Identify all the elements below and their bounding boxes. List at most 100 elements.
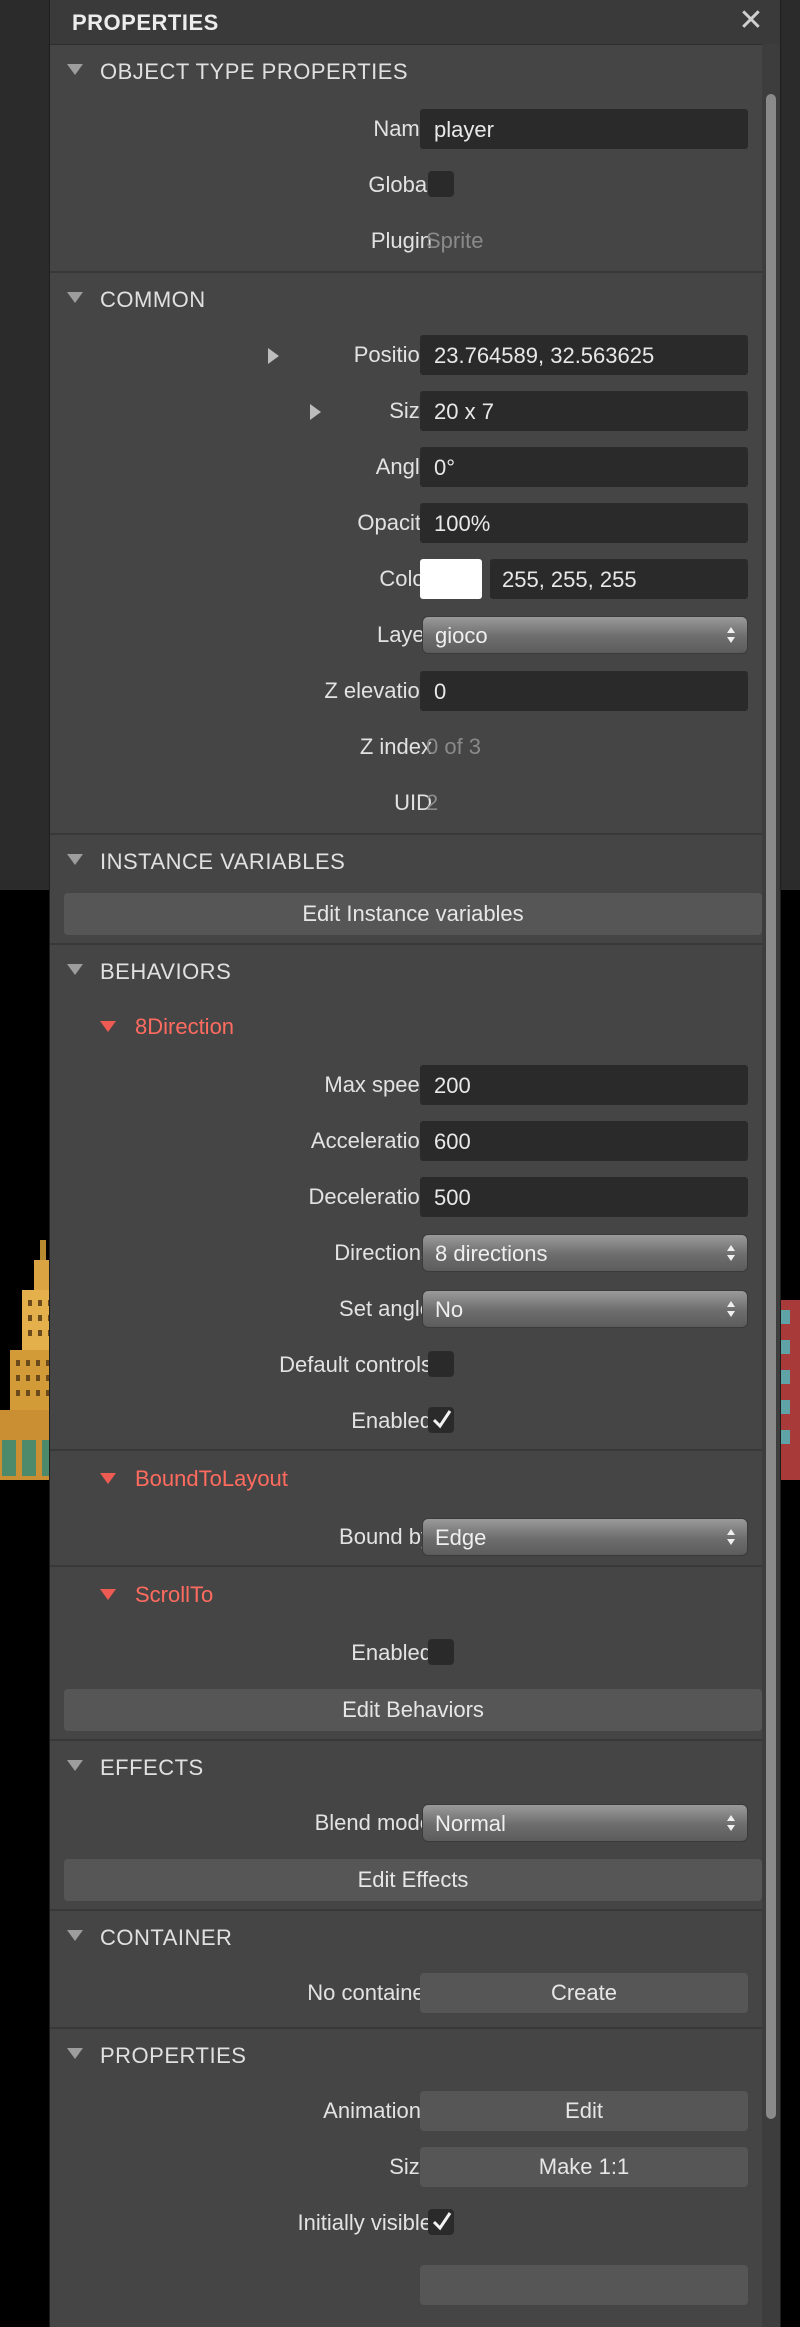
property-color: Color 255, 255, 255 — [50, 551, 762, 607]
scrollbar[interactable] — [762, 44, 780, 2327]
layer-select[interactable]: gioco — [422, 616, 748, 654]
default-controls-checkbox[interactable] — [428, 1351, 454, 1377]
uid-value: 2 — [426, 790, 439, 815]
behavior-boundtolayout[interactable]: BoundToLayout — [50, 1451, 762, 1509]
property-label: Default controls — [279, 1352, 432, 1377]
behavior-scrollto[interactable]: ScrollTo — [50, 1567, 762, 1625]
section-instance-variables[interactable]: INSTANCE VARIABLES — [50, 833, 762, 889]
scrollbar-thumb[interactable] — [766, 94, 776, 2119]
initially-visible-checkbox[interactable] — [428, 2209, 454, 2235]
section-title: OBJECT TYPE PROPERTIES — [100, 59, 409, 84]
close-icon[interactable]: ✕ — [736, 6, 766, 36]
property-z-index: Z index 0 of 3 — [50, 719, 762, 775]
select-value: 8 directions — [435, 1241, 548, 1266]
behavior-name: BoundToLayout — [135, 1466, 288, 1491]
edit-behaviors-button[interactable]: Edit Behaviors — [64, 1689, 762, 1731]
property-label: Directions — [334, 1240, 432, 1265]
directions-select[interactable]: 8 directions — [422, 1234, 748, 1272]
collapse-triangle-icon[interactable] — [67, 292, 83, 303]
partial-button[interactable] — [420, 2265, 748, 2305]
opacity-input[interactable]: 100% — [420, 503, 748, 543]
blend-mode-select[interactable]: Normal — [422, 1804, 748, 1842]
property-default-controls: Default controls — [50, 1337, 762, 1393]
collapse-triangle-icon[interactable] — [100, 1589, 116, 1600]
section-title: BEHAVIORS — [100, 959, 232, 984]
property-label: Enabled — [351, 1408, 432, 1433]
color-input[interactable]: 255, 255, 255 — [490, 559, 748, 599]
property-label: Plugin — [370, 228, 432, 253]
color-swatch[interactable] — [420, 559, 482, 599]
behavior-name: ScrollTo — [135, 1582, 214, 1607]
edit-instance-variables-button[interactable]: Edit Instance variables — [64, 893, 762, 935]
select-arrows-icon — [727, 627, 735, 643]
deceleration-input[interactable]: 500 — [420, 1177, 748, 1217]
property-animations: Animations Edit — [50, 2083, 762, 2139]
name-input[interactable]: player — [420, 109, 748, 149]
edit-animations-button[interactable]: Edit — [420, 2091, 748, 2131]
property-uid: UID 2 — [50, 775, 762, 833]
make-1-1-button[interactable]: Make 1:1 — [420, 2147, 748, 2187]
bound-by-select[interactable]: Edge — [422, 1518, 748, 1556]
property-container: No container Create — [50, 1965, 762, 2027]
property-size-1to1: Size Make 1:1 — [50, 2139, 762, 2195]
section-title: COMMON — [100, 287, 206, 312]
enabled-checkbox[interactable] — [428, 1407, 454, 1433]
panel-title: PROPERTIES — [72, 10, 219, 35]
collapse-triangle-icon[interactable] — [67, 2048, 83, 2059]
collapse-triangle-icon[interactable] — [67, 964, 83, 975]
expand-triangle-icon[interactable] — [310, 404, 321, 420]
property-global: Global — [50, 157, 762, 213]
no-container-label: No container — [307, 1980, 432, 2005]
property-label: Blend mode — [314, 1810, 432, 1835]
property-label: Deceleration — [308, 1184, 432, 1209]
z-elevation-input[interactable]: 0 — [420, 671, 748, 711]
edit-effects-button[interactable]: Edit Effects — [64, 1859, 762, 1901]
set-angle-select[interactable]: No — [422, 1290, 748, 1328]
checkmark-icon — [432, 2212, 452, 2231]
section-properties[interactable]: PROPERTIES — [50, 2027, 762, 2083]
property-initially-visible: Initially visible — [50, 2195, 762, 2251]
property-angle: Angle 0° — [50, 439, 762, 495]
property-label: Max speed — [324, 1072, 432, 1097]
collapse-triangle-icon[interactable] — [67, 64, 83, 75]
property-label: Z index — [359, 734, 432, 759]
property-directions: Directions 8 directions — [50, 1225, 762, 1281]
scrollto-enabled-checkbox[interactable] — [428, 1639, 454, 1665]
global-checkbox[interactable] — [428, 171, 454, 197]
size-input[interactable]: 20 x 7 — [420, 391, 748, 431]
select-value: No — [435, 1297, 464, 1322]
collapse-triangle-icon[interactable] — [67, 854, 83, 865]
section-common[interactable]: COMMON — [50, 271, 762, 327]
property-acceleration: Acceleration 600 — [50, 1113, 762, 1169]
property-max-speed: Max speed 200 — [50, 1057, 762, 1113]
property-opacity: Opacity 100% — [50, 495, 762, 551]
collapse-triangle-icon[interactable] — [100, 1473, 116, 1484]
property-label: Z elevation — [324, 678, 432, 703]
section-behaviors[interactable]: BEHAVIORS — [50, 943, 762, 999]
property-position: Position 23.764589, 32.563625 — [50, 327, 762, 383]
collapse-triangle-icon[interactable] — [67, 1760, 83, 1771]
section-object-type[interactable]: OBJECT TYPE PROPERTIES — [50, 45, 762, 101]
select-arrows-icon — [727, 1815, 735, 1831]
property-label: Enabled — [351, 1640, 432, 1665]
acceleration-input[interactable]: 600 — [420, 1121, 748, 1161]
collapse-triangle-icon[interactable] — [100, 1021, 116, 1032]
section-effects[interactable]: EFFECTS — [50, 1739, 762, 1795]
angle-input[interactable]: 0° — [420, 447, 748, 487]
z-index-value: 0 of 3 — [426, 734, 482, 759]
select-value: gioco — [435, 623, 488, 648]
position-input[interactable]: 23.764589, 32.563625 — [420, 335, 748, 375]
collapse-triangle-icon[interactable] — [67, 1930, 83, 1941]
create-container-button[interactable]: Create — [420, 1973, 748, 2013]
max-speed-input[interactable]: 200 — [420, 1065, 748, 1105]
property-blend-mode: Blend mode Normal — [50, 1795, 762, 1851]
property-layer: Layer gioco — [50, 607, 762, 663]
behavior-8direction[interactable]: 8Direction — [50, 999, 762, 1057]
expand-triangle-icon[interactable] — [268, 348, 279, 364]
section-container[interactable]: CONTAINER — [50, 1909, 762, 1965]
checkmark-icon — [432, 1410, 452, 1429]
property-name: Name player — [50, 101, 762, 157]
property-next-partial — [50, 2251, 762, 2307]
select-value: Normal — [435, 1811, 506, 1836]
select-arrows-icon — [727, 1245, 735, 1261]
